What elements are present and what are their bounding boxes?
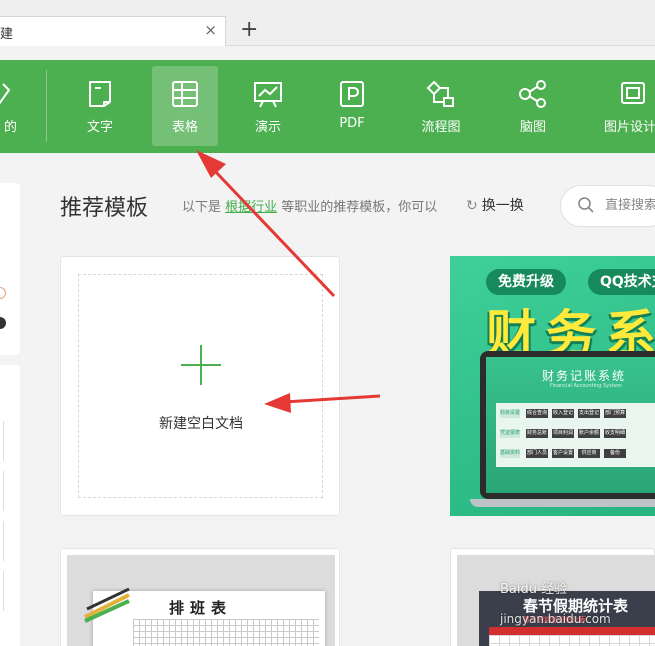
presentation-icon (254, 82, 282, 108)
status-dot-dark (0, 317, 6, 329)
doc-type-toolbar: 的 文字 表格 演示 PDF 流程图 脑图 图片设计 (0, 60, 655, 153)
close-icon[interactable]: × (204, 21, 217, 39)
refresh-icon: ↻ (466, 198, 478, 214)
industry-link[interactable]: 根据行业 (225, 200, 277, 215)
schedule-grid (133, 619, 319, 646)
mindmap-icon (519, 80, 546, 108)
toolbar-item-image-design[interactable]: 图片设计 (600, 66, 655, 146)
screen-panel: 科目设置 综合查询 收入登记 支出登记 部门预算 凭证报表 财务总账 项目利润 账户余额 收支明… (496, 403, 655, 467)
new-blank-label: 新建空白文档 (159, 416, 243, 432)
left-panel-top (0, 183, 20, 355)
status-dot-orange (0, 287, 6, 299)
refresh-button[interactable]: ↻ 换一换 (466, 195, 524, 215)
left-divider-2 (0, 471, 4, 511)
tab-label: 建 (0, 27, 14, 42)
screen-row: 科目设置 综合查询 收入登记 支出登记 部门预算 (500, 409, 630, 419)
screen-button: 部门预算 (604, 409, 626, 418)
left-divider-3 (0, 521, 4, 561)
screen-button: 供应商 (578, 449, 600, 458)
qq-support-badge: QQ技术支持 (588, 269, 655, 295)
screen-button: 项目利润 (552, 429, 574, 438)
template-card-schedule[interactable]: 排班表 (60, 548, 340, 646)
screen-subtitle: Financial Accounting System (550, 383, 622, 389)
screen-button: 部门人员 (526, 449, 548, 458)
toolbar-item-mindmap[interactable]: 脑图 (500, 66, 566, 146)
screen-row: 基础资料 部门人员 客户设置 供应商 备份 (500, 449, 630, 459)
toolbar-item-pdf[interactable]: PDF (319, 66, 385, 146)
table-icon (172, 81, 198, 107)
template-card-stats[interactable]: 春节假期统计表 春节假期值班统计表 (450, 548, 655, 646)
pdf-icon (340, 81, 364, 107)
watermark: Baidu 经验 (500, 582, 568, 597)
tab-bar: 建 × + (0, 0, 655, 46)
screen-button: 备份 (604, 449, 626, 458)
refresh-label: 换一换 (481, 198, 524, 214)
flowchart-icon (426, 80, 454, 107)
document-tab[interactable]: 建 × (0, 16, 226, 46)
laptop-base (470, 499, 655, 507)
dashed-frame (78, 274, 323, 498)
partial-icon (0, 83, 11, 105)
document-icon (89, 81, 111, 107)
watermark-url: jingyan.baidu.com (500, 612, 611, 626)
add-tab-icon[interactable]: + (240, 17, 258, 43)
laptop-illustration: 财务记账系统 Financial Accounting System 科目设置综… (480, 351, 655, 499)
free-upgrade-badge: 免费升级 (486, 269, 566, 295)
pencils-icon (84, 587, 130, 623)
row-label: 凭证报表 (500, 429, 521, 438)
screen-button: 收入登记 (552, 409, 574, 418)
screen-title: 财务记账系统 (542, 369, 627, 383)
toolbar-item-table[interactable]: 表格 (152, 66, 218, 146)
plus-icon-bar (181, 364, 221, 366)
toolbar-item-flowchart[interactable]: 流程图 (408, 66, 474, 146)
search-input[interactable] (605, 198, 655, 213)
row-label: 科目设置 (500, 409, 521, 418)
screen-row: 凭证报表 财务总账 项目利润 账户余额 收支明细 (500, 429, 630, 439)
image-design-icon (621, 82, 645, 104)
screen-button: 财务总账 (526, 429, 548, 438)
toolbar-divider (46, 70, 47, 142)
desc-prefix: 以下是 (182, 200, 226, 215)
laptop-screen: 财务记账系统 Financial Accounting System 科目设置综… (486, 357, 655, 493)
new-blank-document-card[interactable]: 新建空白文档 (60, 256, 340, 516)
screen-button: 支出登记 (578, 409, 600, 418)
section-title: 推荐模板 (60, 196, 149, 221)
schedule-title: 排班表 (169, 599, 233, 617)
left-divider-1 (0, 421, 4, 461)
screen-button: 收支明细 (604, 429, 626, 438)
screen-button: 综合查询 (526, 409, 548, 418)
search-icon (578, 197, 594, 213)
template-card-finance[interactable]: 免费升级 QQ技术支持 财务系统 财务记账系统 Financial Accoun… (450, 256, 655, 516)
desc-suffix: 等职业的推荐模板，你可以 (277, 200, 438, 215)
section-description: 以下是 根据行业 等职业的推荐模板，你可以 (182, 196, 437, 215)
stats-table-header (489, 627, 655, 635)
screen-button: 客户设置 (552, 449, 574, 458)
search-box[interactable] (560, 185, 655, 227)
screen-button: 账户余额 (578, 429, 600, 438)
toolbar-item-text[interactable]: 文字 (67, 66, 133, 146)
arrowhead-table (196, 150, 226, 178)
toolbar-item-presentation[interactable]: 演示 (235, 66, 301, 146)
left-divider-4 (0, 571, 4, 611)
toolbar-item-partial[interactable]: 的 (0, 66, 30, 146)
row-label: 基础资料 (500, 449, 521, 458)
left-panel-bottom (0, 365, 20, 646)
stats-table (489, 627, 655, 646)
